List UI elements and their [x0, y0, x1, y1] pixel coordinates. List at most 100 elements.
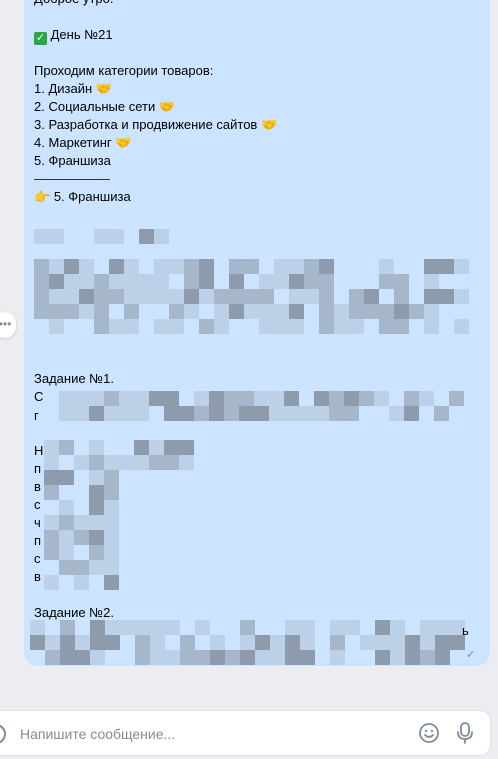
mosaic-cell [64, 304, 79, 319]
microphone-icon[interactable] [454, 721, 476, 745]
mosaic-cell [229, 304, 244, 319]
divider [34, 170, 474, 188]
mosaic-cell [59, 455, 74, 470]
checkmark-icon: ✓ [466, 649, 476, 661]
mosaic-cell [374, 406, 389, 421]
mosaic-cell [34, 229, 49, 244]
mosaic-cell [169, 274, 184, 289]
mosaic-cell [210, 620, 225, 635]
smile-icon[interactable] [418, 722, 440, 744]
mosaic-cell [59, 560, 74, 575]
mosaic-cell [454, 304, 469, 319]
para-letter: в [34, 479, 41, 494]
mosaic-cell [424, 274, 439, 289]
mosaic-cell [59, 515, 74, 530]
mosaic-cell [34, 289, 49, 304]
handshake-icon: 🤝 [260, 117, 278, 132]
mosaic-cell [124, 229, 139, 244]
mosaic-cell [255, 650, 270, 665]
mosaic-cell [109, 319, 124, 334]
mosaic-cell [259, 289, 274, 304]
mosaic-cell [154, 289, 169, 304]
mosaic-cell [225, 650, 240, 665]
mosaic-cell [364, 289, 379, 304]
mosaic-cell [44, 530, 59, 545]
mosaic-cell [184, 304, 199, 319]
mosaic-cell [90, 650, 105, 665]
mosaic-cell [274, 289, 289, 304]
mosaic-cell [454, 289, 469, 304]
mosaic-cell [195, 635, 210, 650]
mosaic-cell [330, 650, 345, 665]
mosaic-cell [59, 485, 74, 500]
category-item: 3. Разработка и продвижение сайтов 🤝 [34, 117, 278, 132]
para-letter: Н [34, 443, 44, 458]
mosaic-cell [94, 259, 109, 274]
mosaic-cell [104, 500, 119, 515]
mosaic-cell [90, 620, 105, 635]
mosaic-cell [349, 274, 364, 289]
mosaic-cell [59, 406, 74, 421]
attach-icon[interactable] [0, 724, 6, 744]
mosaic-cell [154, 229, 169, 244]
mosaic-cell [210, 635, 225, 650]
mosaic-cell [44, 485, 59, 500]
mosaic-cell [304, 259, 319, 274]
mosaic-cell [60, 620, 75, 635]
mosaic-cell [259, 319, 274, 334]
mosaic-cell [334, 319, 349, 334]
mosaic-cell [105, 650, 120, 665]
message-input[interactable] [18, 722, 402, 746]
mosaic-cell [405, 620, 420, 635]
mosaic-cell [104, 470, 119, 485]
mosaic-cell [79, 229, 94, 244]
task2-tail: ь [462, 623, 469, 638]
mosaic-cell [330, 635, 345, 650]
mosaic-cell [439, 289, 454, 304]
mosaic-cell [154, 304, 169, 319]
mosaic-cell [135, 620, 150, 635]
mosaic-cell [315, 635, 330, 650]
mosaic-cell [109, 259, 124, 274]
mosaic-cell [139, 259, 154, 274]
mosaic-cell [109, 274, 124, 289]
more-actions-button[interactable]: ••• [0, 312, 16, 338]
mosaic-cell [274, 259, 289, 274]
mosaic-cell [375, 620, 390, 635]
mosaic-cell [304, 304, 319, 319]
mosaic-cell [199, 319, 214, 334]
mosaic-cell [364, 304, 379, 319]
para-letter: п [34, 461, 42, 476]
mosaic-cell [454, 319, 469, 334]
mosaic-cell [79, 319, 94, 334]
mosaic-cell [269, 391, 284, 406]
mosaic-cell [169, 289, 184, 304]
mosaic-cell [45, 635, 60, 650]
para-letter: в [34, 569, 41, 584]
mosaic-cell [319, 274, 334, 289]
categories-intro: Проходим категории товаров: [34, 63, 214, 78]
mosaic-cell [44, 515, 59, 530]
para-letter: с [34, 551, 41, 566]
mosaic-cell [434, 391, 449, 406]
mosaic-cell [229, 259, 244, 274]
mosaic-cell [270, 620, 285, 635]
mosaic-cell [169, 304, 184, 319]
mosaic-cell [209, 391, 224, 406]
mosaic-cell [379, 289, 394, 304]
mosaic-cell [104, 455, 119, 470]
mosaic-cell [139, 289, 154, 304]
mosaic-cell [345, 650, 360, 665]
mosaic-cell [79, 289, 94, 304]
mosaic-cell [274, 274, 289, 289]
mosaic-cell [194, 406, 209, 421]
mosaic-cell [79, 259, 94, 274]
mosaic-cell [359, 391, 374, 406]
mosaic-cell [439, 319, 454, 334]
mosaic-cell [435, 650, 450, 665]
mosaic-cell [390, 635, 405, 650]
mosaic-cell [450, 650, 465, 665]
mosaic-cell [405, 635, 420, 650]
para-letter: п [34, 533, 42, 548]
mosaic-cell [379, 319, 394, 334]
